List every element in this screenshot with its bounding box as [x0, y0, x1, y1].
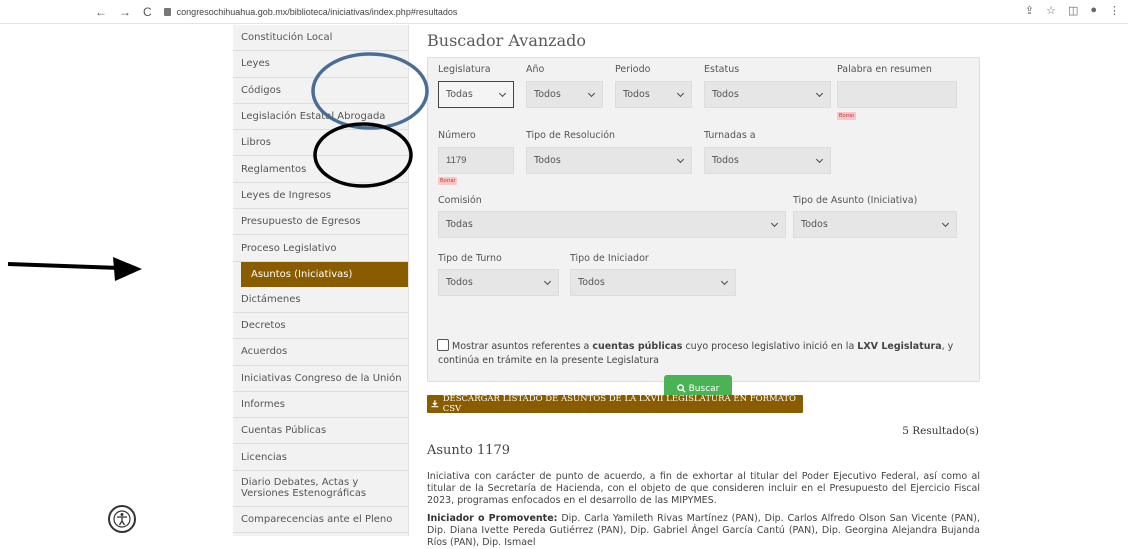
sidebar-item[interactable]: Acuerdos	[233, 339, 408, 366]
sidebar-item[interactable]: Reglamentos	[233, 156, 408, 183]
sidebar-item[interactable]: Comparecencias ante el Pleno	[233, 507, 408, 534]
chevron-down-icon	[498, 89, 507, 98]
sidebar-item[interactable]: Diario Debates, Actas y Versiones Esteno…	[233, 471, 408, 507]
sidebar-item[interactable]: Legislación Estatal Abrogada	[233, 104, 408, 131]
tipo-iniciador-select[interactable]: Todos	[570, 269, 736, 296]
sidebar-item[interactable]: Presupuesto de Egresos	[233, 209, 408, 236]
annotation-arrow-head	[113, 257, 142, 281]
periodo-label: Periodo	[615, 64, 651, 75]
chevron-down-icon	[770, 219, 779, 228]
asunto-title: Asunto 1179	[427, 443, 511, 458]
palabra-input[interactable]	[837, 81, 957, 108]
sidebar-item[interactable]: Asuntos (Iniciativas)	[241, 261, 408, 287]
turnadas-label: Turnadas a	[704, 130, 756, 141]
menu-icon[interactable]: ⋮	[1109, 4, 1120, 17]
annotation-arrow-shaft	[7, 262, 121, 270]
tipo-asunto-value: Todos	[801, 219, 828, 230]
palabra-label: Palabra en resumen	[837, 64, 932, 75]
anio-value: Todos	[534, 89, 561, 100]
profile-icon[interactable]: ●	[1090, 4, 1097, 17]
chevron-down-icon	[815, 89, 824, 98]
checkbox-bold-2: LXV Legislatura	[857, 341, 942, 352]
checkbox-label: Mostrar asuntos referentes a cuentas púb…	[438, 340, 968, 368]
estatus-label: Estatus	[704, 64, 740, 75]
chevron-down-icon	[815, 155, 824, 164]
comision-value: Todas	[446, 219, 473, 230]
turnadas-value: Todos	[712, 155, 739, 166]
estatus-select[interactable]: Todos	[704, 81, 831, 108]
numero-label: Número	[438, 130, 476, 141]
tipo-turno-value: Todos	[446, 277, 473, 288]
checkbox-text-1: Mostrar asuntos referentes a	[452, 341, 593, 352]
tipo-asunto-label: Tipo de Asunto (Iniciativa)	[793, 195, 918, 206]
search-button-label: Buscar	[688, 383, 720, 394]
anio-select[interactable]: Todos	[526, 81, 603, 108]
sidebar-item[interactable]: Códigos	[233, 78, 408, 104]
sidepanel-icon[interactable]: ◫	[1068, 4, 1078, 17]
download-csv-label: DESCARGAR LISTADO DE ASUNTOS DE LA LXVII…	[442, 394, 797, 414]
comision-label: Comisión	[438, 195, 482, 206]
results-count: 5 Resultado(s)	[902, 425, 979, 437]
star-icon[interactable]: ☆	[1046, 4, 1056, 17]
browser-toolbar: ← → C congresochihuahua.gob.mx/bibliotec…	[0, 0, 1128, 24]
lock-icon	[163, 7, 171, 16]
search-icon	[676, 384, 686, 393]
chevron-down-icon	[676, 155, 685, 164]
chevron-down-icon	[676, 89, 685, 98]
tipo-turno-select[interactable]: Todos	[438, 269, 559, 296]
sidebar-item[interactable]: Cuentas Públicas	[233, 418, 408, 445]
chevron-down-icon	[720, 277, 729, 286]
sidebar-item[interactable]: Decretos	[233, 313, 408, 340]
chevron-down-icon	[941, 219, 950, 228]
anio-label: Año	[526, 64, 545, 75]
sidebar-item[interactable]: Proceso Legislativo	[233, 235, 408, 262]
sidebar-item[interactable]: Constitución Local	[233, 25, 408, 52]
sidebar-item[interactable]: Leyes de Ingresos	[233, 183, 408, 210]
sidebar-item[interactable]: Licencias	[233, 444, 408, 471]
tipo-iniciador-label: Tipo de Iniciador	[570, 253, 649, 264]
legislatura-label: Legislatura	[438, 64, 491, 75]
accessibility-icon[interactable]	[108, 505, 136, 533]
tipo-asunto-select[interactable]: Todos	[793, 211, 957, 238]
legislatura-value: Todas	[446, 89, 473, 100]
reload-icon[interactable]: C	[143, 5, 152, 19]
checkbox-text-2: cuyo proceso legislativo inició en la	[682, 341, 858, 352]
sidebar-item[interactable]: Informes	[233, 392, 408, 419]
periodo-select[interactable]: Todos	[615, 81, 692, 108]
forward-icon[interactable]: →	[119, 5, 131, 19]
asunto-description: Iniciativa con carácter de punto de acue…	[427, 471, 980, 506]
periodo-value: Todos	[623, 89, 650, 100]
address-bar[interactable]: congresochihuahua.gob.mx/biblioteca/inic…	[163, 7, 458, 17]
numero-input[interactable]: 1179	[438, 147, 514, 174]
back-icon[interactable]: ←	[95, 5, 107, 19]
sidebar-item[interactable]: Leyes	[233, 51, 408, 78]
turnadas-select[interactable]: Todos	[704, 147, 831, 174]
chevron-down-icon	[587, 89, 596, 98]
search-panel: Legislatura Todas Año Todos Periodo Todo…	[427, 57, 980, 402]
tipo-resolucion-value: Todos	[534, 155, 561, 166]
legislatura-select[interactable]: Todas	[438, 81, 514, 108]
estatus-value: Todos	[712, 89, 739, 100]
comision-select[interactable]: Todas	[438, 211, 786, 238]
tipo-turno-label: Tipo de Turno	[438, 253, 502, 264]
url-text[interactable]: congresochihuahua.gob.mx/biblioteca/inic…	[177, 7, 458, 17]
share-icon[interactable]: ⇪	[1025, 4, 1034, 17]
page-title: Buscador Avanzado	[427, 31, 587, 50]
tipo-iniciador-value: Todos	[578, 277, 605, 288]
promovente-label: Iniciador o Promovente:	[427, 513, 558, 524]
sidebar-item[interactable]: Dictámenes	[233, 287, 408, 313]
checkbox-bold-1: cuentas públicas	[592, 341, 683, 352]
sidebar-item[interactable]: Iniciativas Congreso de la Unión	[233, 366, 408, 392]
tipo-resolucion-select[interactable]: Todos	[526, 147, 692, 174]
borrar-palabra-button[interactable]: Borrar	[837, 112, 857, 120]
download-icon	[431, 400, 439, 408]
sidebar-item[interactable]: Libros	[233, 130, 408, 157]
chevron-down-icon	[543, 277, 552, 286]
borrar-numero-button[interactable]: Borrar	[438, 177, 458, 185]
download-csv-button[interactable]: DESCARGAR LISTADO DE ASUNTOS DE LA LXVII…	[427, 394, 803, 414]
main-content: Buscador Avanzado Legislatura Todas Año …	[427, 25, 982, 548]
tipo-resolucion-label: Tipo de Resolución	[526, 130, 616, 141]
asunto-promovente: Iniciador o Promovente: Dip. Carla Yamil…	[427, 513, 980, 549]
sidebar: Constitución Local Leyes Códigos Legislació…	[233, 25, 409, 536]
